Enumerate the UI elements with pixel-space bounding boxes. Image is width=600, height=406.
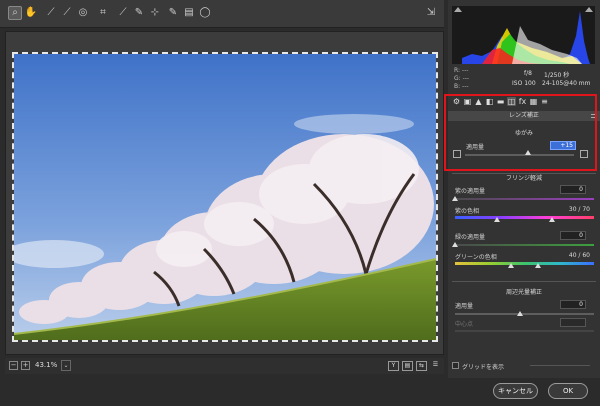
green-hue-label: グリーンの色相 xyxy=(455,254,497,261)
zoom-dropdown[interactable]: ⌄ xyxy=(61,360,71,371)
status-bar: − + 43.1% ⌄ Y ▤ ⇆ ☰ xyxy=(5,358,444,374)
purple-hue-label: 紫の色相 xyxy=(455,208,480,215)
fringe-header: フリンジ軽減 xyxy=(448,174,600,184)
vignette-amount-thumb[interactable] xyxy=(517,311,523,316)
vignette-amount-label: 適用量 xyxy=(455,303,474,310)
purple-hue-value: 30 / 70 xyxy=(568,206,590,213)
vignette-midpoint-field xyxy=(560,318,586,327)
color-sampler-icon[interactable]: ⟋ xyxy=(60,6,74,20)
r-readout: R: --- xyxy=(454,67,469,74)
divider xyxy=(452,281,596,282)
adjustment-brush-icon[interactable]: ✎ xyxy=(166,6,180,20)
iso: ISO 100 xyxy=(512,80,536,87)
green-hue-value: 40 / 60 xyxy=(568,252,590,259)
divider xyxy=(452,173,596,174)
preview-canvas[interactable] xyxy=(5,31,444,355)
aperture: f/8 xyxy=(524,70,532,77)
zoom-icon[interactable]: ⌕ xyxy=(8,6,22,20)
zoom-out-button[interactable]: − xyxy=(9,361,18,370)
right-panel: R: --- G: --- B: --- f/8 1/250 秒 ISO 100… xyxy=(448,0,600,378)
divider xyxy=(530,365,590,366)
green-amount-thumb[interactable] xyxy=(452,242,458,247)
purple-amount-slider[interactable] xyxy=(455,198,594,200)
cherry-blossom-photo xyxy=(14,54,436,340)
ok-button[interactable]: OK xyxy=(548,383,588,399)
lens-info: 24-105@40 mm xyxy=(542,80,591,87)
zoom-in-button[interactable]: + xyxy=(21,361,30,370)
green-amount-label: 緑の適用量 xyxy=(455,234,486,241)
red-eye-icon[interactable]: ⊹ xyxy=(148,6,162,20)
crop-icon[interactable]: ⌗ xyxy=(96,6,110,20)
radial-filter-icon[interactable]: ◯ xyxy=(198,6,212,20)
b-readout: B: --- xyxy=(454,83,469,90)
vignette-midpoint-label: 中心点 xyxy=(455,321,474,328)
spot-removal-icon[interactable]: ✎ xyxy=(132,6,146,20)
bottom-bar: キャンセル OK xyxy=(0,378,600,406)
vignette-amount-slider[interactable] xyxy=(455,313,594,315)
purple-amount-label: 紫の適用量 xyxy=(455,188,486,195)
purple-amount-thumb[interactable] xyxy=(452,196,458,201)
purple-hue-slider[interactable] xyxy=(455,216,594,219)
hand-icon[interactable]: ✋ xyxy=(24,6,38,20)
green-hue-low-thumb[interactable] xyxy=(507,263,514,268)
toolbar: ⌕ ✋ ⟋ ⟋ ◎ ⌗ ⟋ ✎ ⊹ ✎ ▤ ◯ ⇲ xyxy=(0,0,444,28)
target-adjust-icon[interactable]: ◎ xyxy=(76,6,90,20)
before-after-icon[interactable]: Y xyxy=(388,361,399,371)
highlight-box xyxy=(444,94,597,171)
exif-info: R: --- G: --- B: --- f/8 1/250 秒 ISO 100… xyxy=(452,66,595,92)
purple-hue-low-thumb[interactable] xyxy=(493,217,500,222)
vignette-midpoint-slider xyxy=(455,330,594,332)
swap-icon[interactable]: ⇆ xyxy=(416,361,427,371)
green-hue-slider[interactable] xyxy=(455,262,594,265)
purple-amount-field[interactable]: 0 xyxy=(560,185,586,194)
shutter-speed: 1/250 秒 xyxy=(544,72,570,79)
white-balance-icon[interactable]: ⟋ xyxy=(44,6,58,20)
show-grid-checkbox[interactable] xyxy=(452,362,459,369)
purple-hue-high-thumb[interactable] xyxy=(549,217,556,222)
histogram xyxy=(452,6,595,64)
photo-preview xyxy=(12,52,438,342)
straighten-icon[interactable]: ⟋ xyxy=(116,6,130,20)
green-amount-field[interactable]: 0 xyxy=(560,231,586,240)
vignette-amount-field[interactable]: 0 xyxy=(560,300,586,309)
fringe-heading: フリンジ軽減 xyxy=(505,175,542,182)
compare-icon[interactable]: ▤ xyxy=(402,361,413,371)
view-settings-icon[interactable]: ☰ xyxy=(430,361,441,371)
green-hue-high-thumb[interactable] xyxy=(535,263,542,268)
zoom-level: 43.1% xyxy=(35,361,58,369)
show-grid-label: グリッドを表示 xyxy=(462,364,505,371)
vignette-heading: 周辺光量補正 xyxy=(505,289,542,296)
g-readout: G: --- xyxy=(454,75,470,82)
cancel-button[interactable]: キャンセル xyxy=(493,383,538,399)
graduated-filter-icon[interactable]: ▤ xyxy=(182,6,196,20)
green-amount-slider[interactable] xyxy=(455,244,594,246)
export-icon[interactable]: ⇲ xyxy=(424,7,438,19)
